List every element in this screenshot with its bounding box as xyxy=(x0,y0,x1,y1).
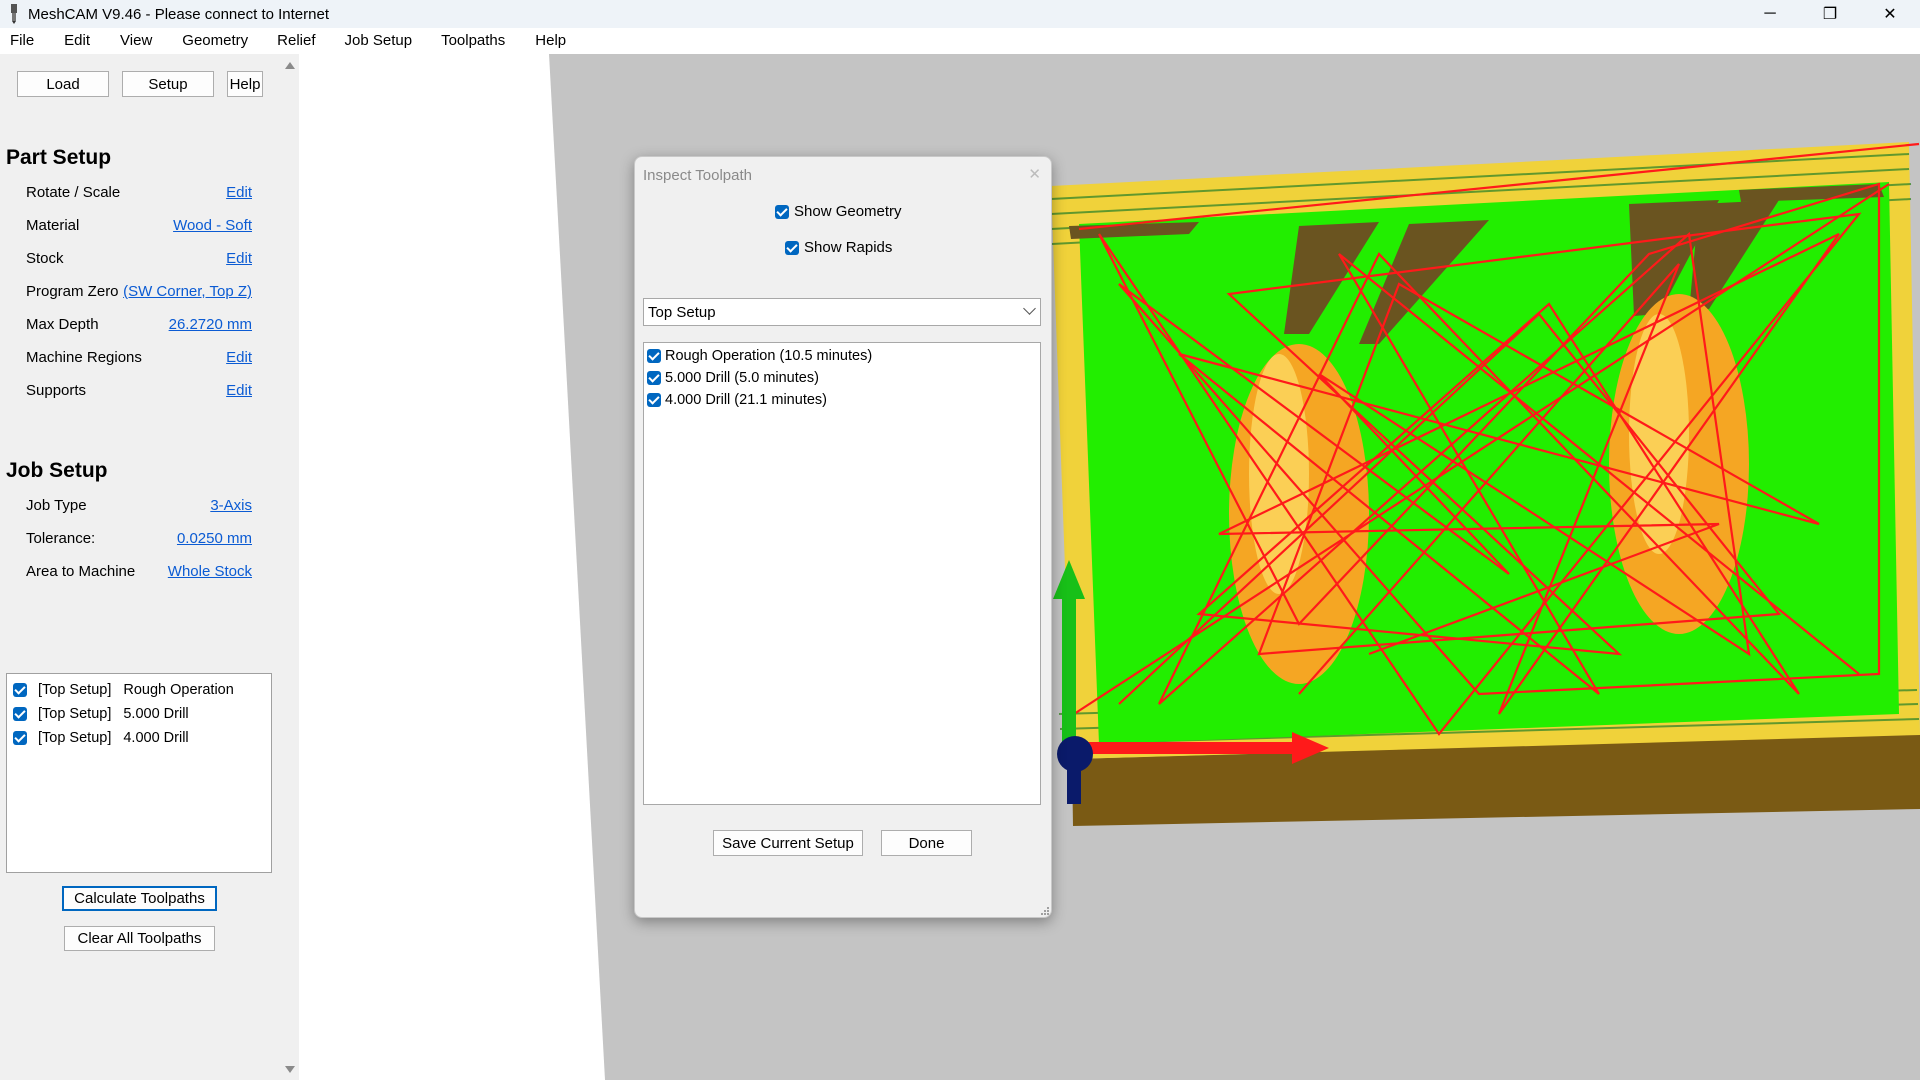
toolpath-row[interactable]: 4.000 Drill (21.1 minutes) xyxy=(647,390,827,410)
operation-checkbox[interactable] xyxy=(13,707,27,721)
x-axis-arrow xyxy=(1072,742,1292,754)
toolpath-checkbox[interactable] xyxy=(647,371,661,385)
menu-relief[interactable]: Relief xyxy=(277,28,315,54)
dialog-title: Inspect Toolpath xyxy=(643,167,752,184)
operation-row[interactable]: [Top Setup] 4.000 Drill xyxy=(13,728,189,748)
operations-list[interactable]: [Top Setup] Rough Operation [Top Setup] … xyxy=(6,673,272,873)
calculate-toolpaths-button[interactable]: Calculate Toolpaths xyxy=(62,886,217,911)
operation-setup: [Top Setup] xyxy=(38,682,112,698)
show-rapids-label: Show Rapids xyxy=(804,239,893,256)
job-type-link[interactable]: 3-Axis xyxy=(210,497,252,514)
program-zero-label: Program Zero xyxy=(26,283,119,300)
job-type-label: Job Type xyxy=(26,497,87,514)
toolpath-row[interactable]: Rough Operation (10.5 minutes) xyxy=(647,346,872,366)
window-title: MeshCAM V9.46 - Please connect to Intern… xyxy=(28,6,329,23)
save-current-setup-button[interactable]: Save Current Setup xyxy=(713,830,863,856)
scroll-up-arrow-icon[interactable] xyxy=(285,62,295,69)
machine-regions-edit-link[interactable]: Edit xyxy=(226,349,252,366)
restore-button[interactable]: ❐ xyxy=(1800,0,1860,28)
inspect-toolpath-dialog: Inspect Toolpath ✕ Show Geometry Show Ra… xyxy=(634,156,1052,918)
tolerance-label: Tolerance: xyxy=(26,530,96,547)
show-geometry-label: Show Geometry xyxy=(794,203,902,220)
operation-setup: [Top Setup] xyxy=(38,730,112,746)
setup-dropdown[interactable]: Top Setup xyxy=(643,298,1041,326)
menu-edit[interactable]: Edit xyxy=(64,28,90,54)
chevron-down-icon xyxy=(1023,302,1036,315)
toolpath-checkbox[interactable] xyxy=(647,393,661,407)
menu-file[interactable]: File xyxy=(10,28,34,54)
operation-name: 5.000 Drill xyxy=(123,706,189,722)
rotate-scale-edit-link[interactable]: Edit xyxy=(226,184,252,201)
checkbox-checked-icon xyxy=(785,240,799,255)
setup-button[interactable]: Setup xyxy=(122,71,214,97)
toolpath-label: 4.000 Drill (21.1 minutes) xyxy=(665,392,827,408)
resize-grip-icon[interactable] xyxy=(1039,905,1049,915)
show-rapids-checkbox[interactable]: Show Rapids xyxy=(785,239,892,256)
supports-label: Supports xyxy=(26,382,87,399)
load-button[interactable]: Load xyxy=(17,71,109,97)
menu-job-setup[interactable]: Job Setup xyxy=(345,28,413,54)
toolpath-label: 5.000 Drill (5.0 minutes) xyxy=(665,370,819,386)
stock-label: Stock xyxy=(26,250,64,267)
job-setup-title: Job Setup xyxy=(6,459,108,482)
program-zero-link[interactable]: (SW Corner, Top Z) xyxy=(123,283,252,300)
operation-setup: [Top Setup] xyxy=(38,706,112,722)
toolpath-checkbox[interactable] xyxy=(647,349,661,363)
menu-view[interactable]: View xyxy=(120,28,152,54)
meshcam-app-icon xyxy=(11,4,17,24)
toolpath-row[interactable]: 5.000 Drill (5.0 minutes) xyxy=(647,368,819,388)
close-button[interactable]: ✕ xyxy=(1860,0,1920,28)
toolpath-render xyxy=(299,54,1920,1080)
dialog-close-icon[interactable]: ✕ xyxy=(1028,165,1041,183)
left-control-panel: Load Setup Help Part Setup Rotate / Scal… xyxy=(0,54,281,1080)
left-panel-scrollbar[interactable] xyxy=(281,54,299,1080)
machine-regions-label: Machine Regions xyxy=(26,349,142,366)
operation-checkbox[interactable] xyxy=(13,683,27,697)
operation-row[interactable]: [Top Setup] Rough Operation xyxy=(13,680,234,700)
rotate-scale-label: Rotate / Scale xyxy=(26,184,121,201)
max-depth-link[interactable]: 26.2720 mm xyxy=(169,316,252,333)
menu-bar: File Edit View Geometry Relief Job Setup… xyxy=(0,28,1920,54)
done-button[interactable]: Done xyxy=(881,830,972,856)
menu-help[interactable]: Help xyxy=(535,28,566,54)
clear-all-toolpaths-button[interactable]: Clear All Toolpaths xyxy=(64,926,215,951)
checkbox-checked-icon xyxy=(775,204,789,219)
y-axis-arrow xyxy=(1062,594,1076,754)
scroll-down-arrow-icon[interactable] xyxy=(285,1066,295,1073)
3d-viewport[interactable] xyxy=(299,54,1920,1080)
operation-name: 4.000 Drill xyxy=(123,730,189,746)
material-label: Material xyxy=(26,217,80,234)
menu-toolpaths[interactable]: Toolpaths xyxy=(441,28,505,54)
operation-name: Rough Operation xyxy=(123,682,234,698)
minimize-button[interactable]: ─ xyxy=(1740,0,1800,28)
toolpath-list[interactable]: Rough Operation (10.5 minutes) 5.000 Dri… xyxy=(643,342,1041,805)
title-bar: MeshCAM V9.46 - Please connect to Intern… xyxy=(0,0,1920,28)
menu-geometry[interactable]: Geometry xyxy=(182,28,248,54)
toolpath-label: Rough Operation (10.5 minutes) xyxy=(665,348,873,364)
operation-row[interactable]: [Top Setup] 5.000 Drill xyxy=(13,704,189,724)
help-button[interactable]: Help xyxy=(227,71,263,97)
supports-edit-link[interactable]: Edit xyxy=(226,382,252,399)
part-setup-title: Part Setup xyxy=(6,146,112,169)
operation-checkbox[interactable] xyxy=(13,731,27,745)
material-link[interactable]: Wood - Soft xyxy=(173,217,252,234)
tolerance-link[interactable]: 0.0250 mm xyxy=(177,530,252,547)
setup-dropdown-value: Top Setup xyxy=(648,304,716,321)
area-to-machine-label: Area to Machine xyxy=(26,563,136,580)
show-geometry-checkbox[interactable]: Show Geometry xyxy=(775,203,902,220)
area-to-machine-link[interactable]: Whole Stock xyxy=(168,563,252,580)
stock-edit-link[interactable]: Edit xyxy=(226,250,252,267)
max-depth-label: Max Depth xyxy=(26,316,99,333)
